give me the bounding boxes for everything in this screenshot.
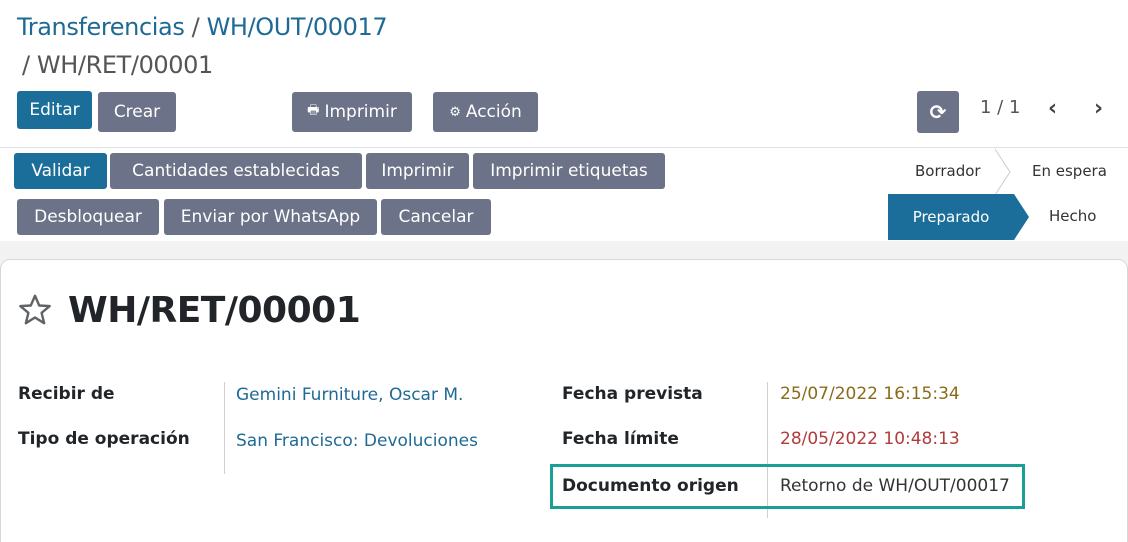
operation-type-link[interactable]: San Francisco: Devoluciones xyxy=(236,431,478,451)
breadcrumb-transfers-link[interactable]: Transferencias xyxy=(17,13,185,41)
receive-from-link[interactable]: Gemini Furniture, Oscar M. xyxy=(236,385,463,405)
gear-icon: ⚙ xyxy=(449,104,461,120)
refresh-button[interactable]: ⟳ xyxy=(917,91,959,133)
action-menu-label: Acción xyxy=(465,102,522,122)
unlock-button[interactable]: Desbloquear xyxy=(17,199,159,235)
breadcrumb-current: / WH/RET/00001 xyxy=(22,51,213,79)
divider xyxy=(0,147,1128,148)
status-ready-active[interactable]: Preparado xyxy=(888,194,1014,240)
status-waiting[interactable]: En espera xyxy=(1032,162,1107,180)
pager-value[interactable]: 1 / 1 xyxy=(980,97,1020,118)
deadline-value: 28/05/2022 10:48:13 xyxy=(780,429,960,449)
receive-from-label: Recibir de xyxy=(18,384,115,404)
status-active-arrow xyxy=(1014,194,1029,240)
scheduled-date-value: 25/07/2022 16:15:34 xyxy=(780,384,960,404)
breadcrumb-parent-link[interactable]: WH/OUT/00017 xyxy=(207,13,388,41)
set-quantities-button[interactable]: Cantidades establecidas xyxy=(110,153,362,189)
breadcrumb-separator: / xyxy=(191,13,200,41)
cancel-button[interactable]: Cancelar xyxy=(381,199,491,235)
deadline-label: Fecha límite xyxy=(562,429,679,449)
print-labels-button[interactable]: Imprimir etiquetas xyxy=(473,153,665,189)
chevron-left-icon[interactable]: ‹ xyxy=(1048,96,1057,121)
print-icon: 🖶 xyxy=(307,103,320,118)
edit-button[interactable]: Editar xyxy=(17,91,92,129)
star-icon[interactable] xyxy=(17,292,53,328)
field-separator xyxy=(224,382,225,474)
print-menu-button[interactable]: 🖶 Imprimir xyxy=(292,92,412,132)
origin-document-highlight xyxy=(550,464,1025,509)
status-done[interactable]: Hecho xyxy=(1049,207,1096,225)
create-button[interactable]: Crear xyxy=(98,92,176,132)
status-draft[interactable]: Borrador xyxy=(915,162,981,180)
validate-button[interactable]: Validar xyxy=(14,153,107,189)
chevron-right-icon[interactable]: › xyxy=(1094,96,1103,121)
breadcrumb: Transferencias / WH/OUT/00017 xyxy=(17,12,388,42)
action-menu-button[interactable]: ⚙ Acción xyxy=(433,92,538,132)
status-divider-icon xyxy=(994,148,1011,196)
send-whatsapp-button[interactable]: Enviar por WhatsApp xyxy=(164,199,377,235)
print-button[interactable]: Imprimir xyxy=(366,153,469,189)
print-menu-label: Imprimir xyxy=(324,102,397,122)
refresh-icon: ⟳ xyxy=(929,100,947,124)
scheduled-date-label: Fecha prevista xyxy=(562,384,703,404)
operation-type-label: Tipo de operación xyxy=(18,429,190,449)
record-title: WH/RET/00001 xyxy=(68,290,361,331)
